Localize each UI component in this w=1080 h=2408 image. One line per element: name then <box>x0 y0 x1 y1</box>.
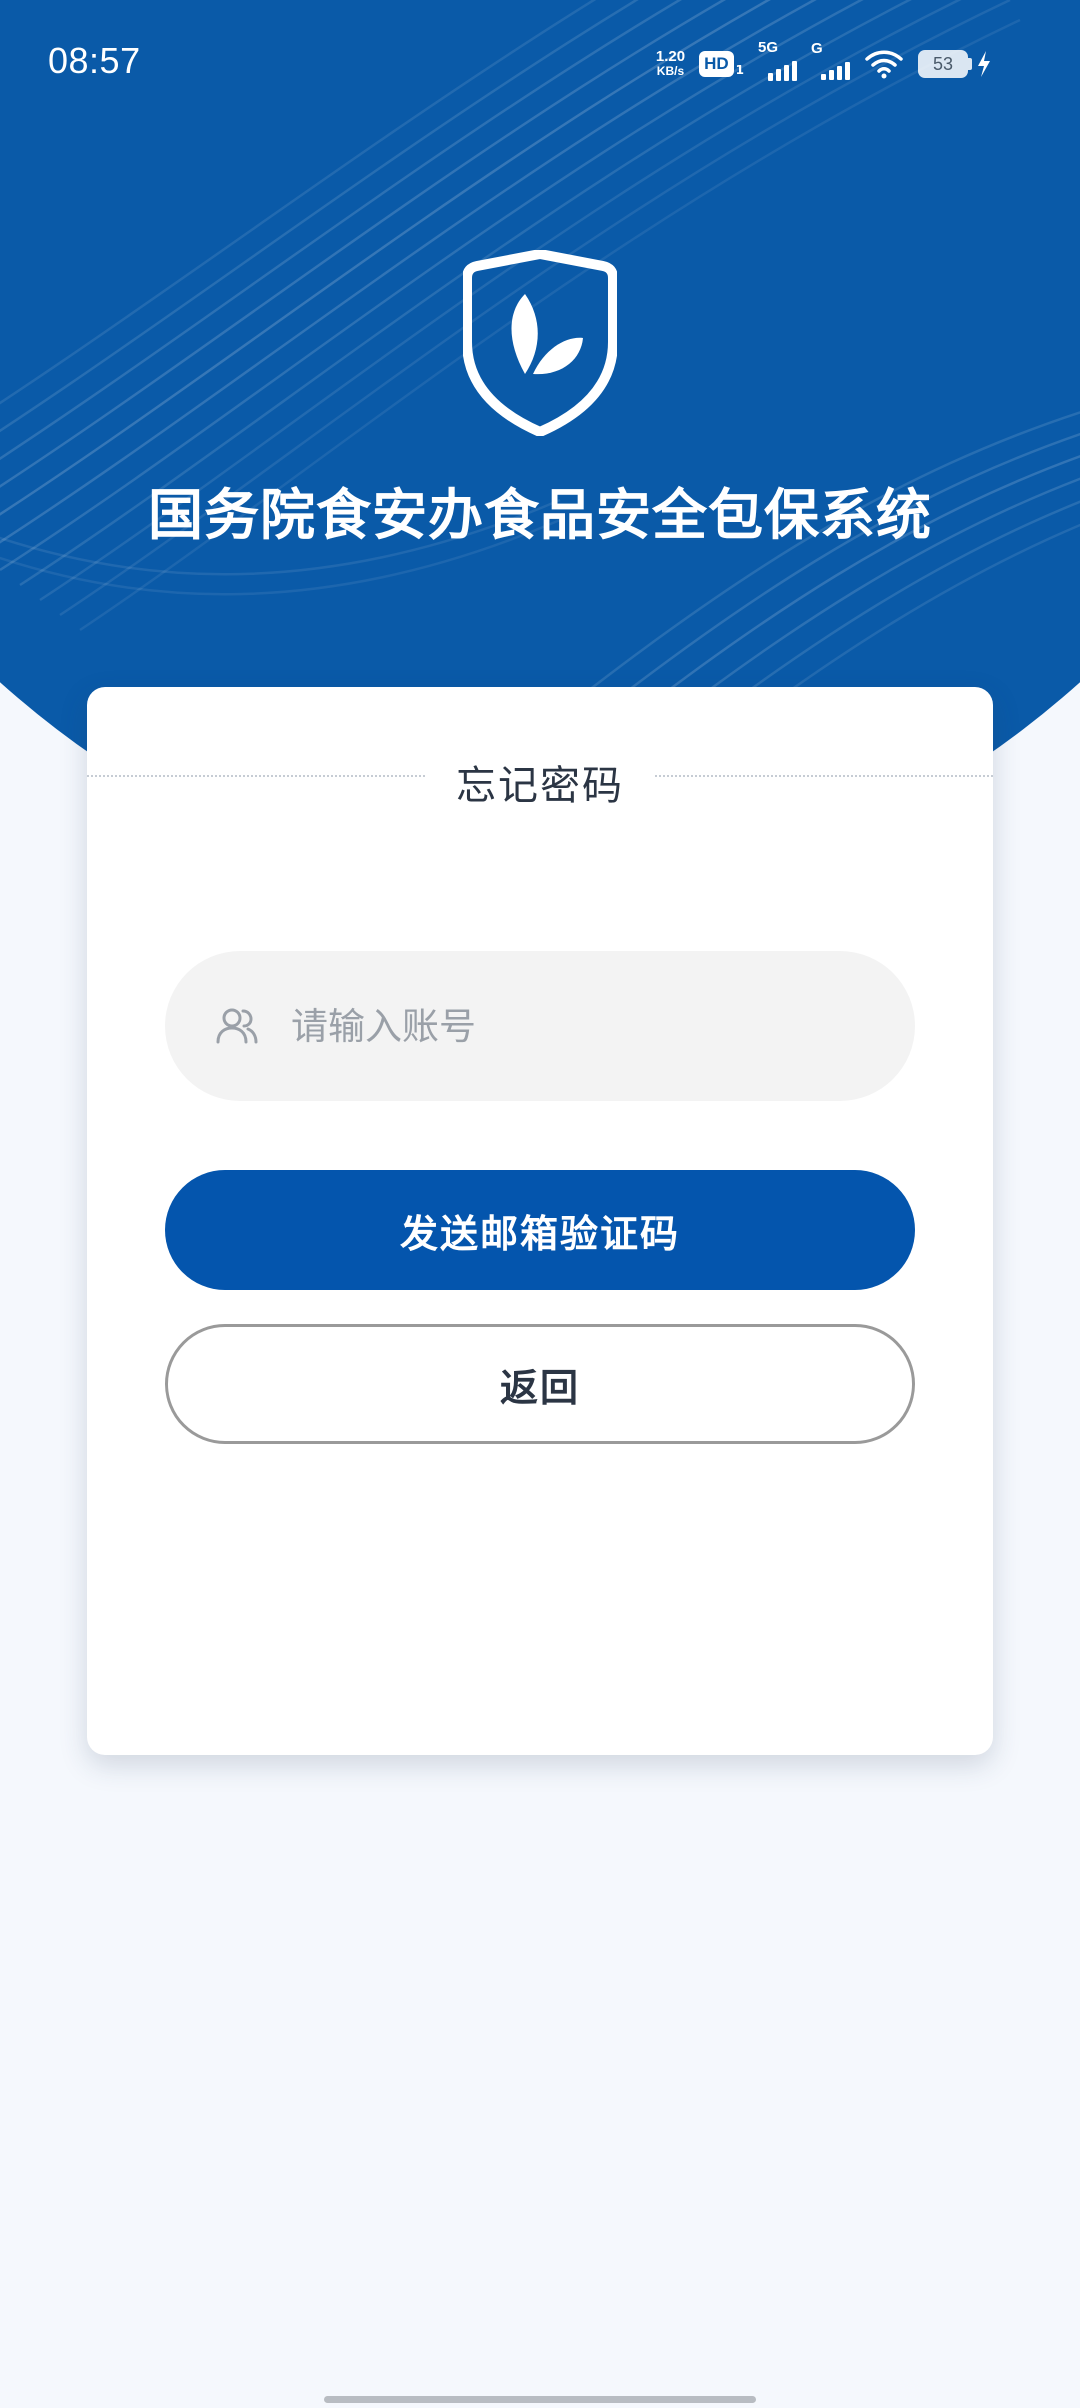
signal-bar <box>768 73 773 81</box>
hd-label: HD <box>699 51 734 77</box>
signal-bar <box>845 62 850 80</box>
wifi-icon <box>865 50 903 79</box>
send-email-code-button[interactable]: 发送邮箱验证码 <box>165 1170 915 1290</box>
hd-icon: HD 1 <box>699 51 744 77</box>
account-input[interactable] <box>289 1003 853 1049</box>
card-header: 忘记密码 <box>87 747 993 817</box>
status-bar: 08:57 1.20 KB/s HD 1 5G G 53 <box>0 0 1080 128</box>
status-time: 08:57 <box>48 40 141 81</box>
card-title: 忘记密码 <box>442 753 638 811</box>
home-indicator[interactable] <box>324 2396 756 2403</box>
status-icons: 1.20 KB/s HD 1 5G G 53 <box>656 39 992 86</box>
battery-icon: 53 <box>918 50 992 78</box>
users-icon <box>216 1008 258 1044</box>
signal-bar <box>829 70 834 80</box>
signal-bar <box>837 66 842 80</box>
forgot-password-card: 忘记密码 发送邮箱验证码 返回 <box>87 687 993 1755</box>
battery-tip <box>968 58 972 70</box>
signal-bar <box>792 61 797 81</box>
signal-5g-label: 5G <box>758 39 779 56</box>
signal-bar <box>776 69 781 81</box>
signal-bar <box>821 74 826 80</box>
app-title: 国务院食安办食品安全包保系统 <box>147 483 932 547</box>
signal-g-icon: G <box>811 40 850 80</box>
network-speed-unit: KB/s <box>656 64 685 78</box>
hd-sub: 1 <box>735 63 744 77</box>
network-speed: 1.20 KB/s <box>656 49 685 79</box>
shield-leaf-icon <box>463 250 617 436</box>
signal-bar <box>784 65 789 81</box>
back-button[interactable]: 返回 <box>165 1324 915 1444</box>
signal-g-label: G <box>811 40 823 57</box>
battery-level: 53 <box>918 50 968 78</box>
signal-bars <box>768 61 797 81</box>
bolt-icon <box>978 51 990 77</box>
network-speed-value: 1.20 <box>655 48 686 65</box>
signal-5g-icon: 5G <box>758 39 797 81</box>
signal-bars <box>821 62 850 80</box>
account-field[interactable] <box>165 951 915 1101</box>
